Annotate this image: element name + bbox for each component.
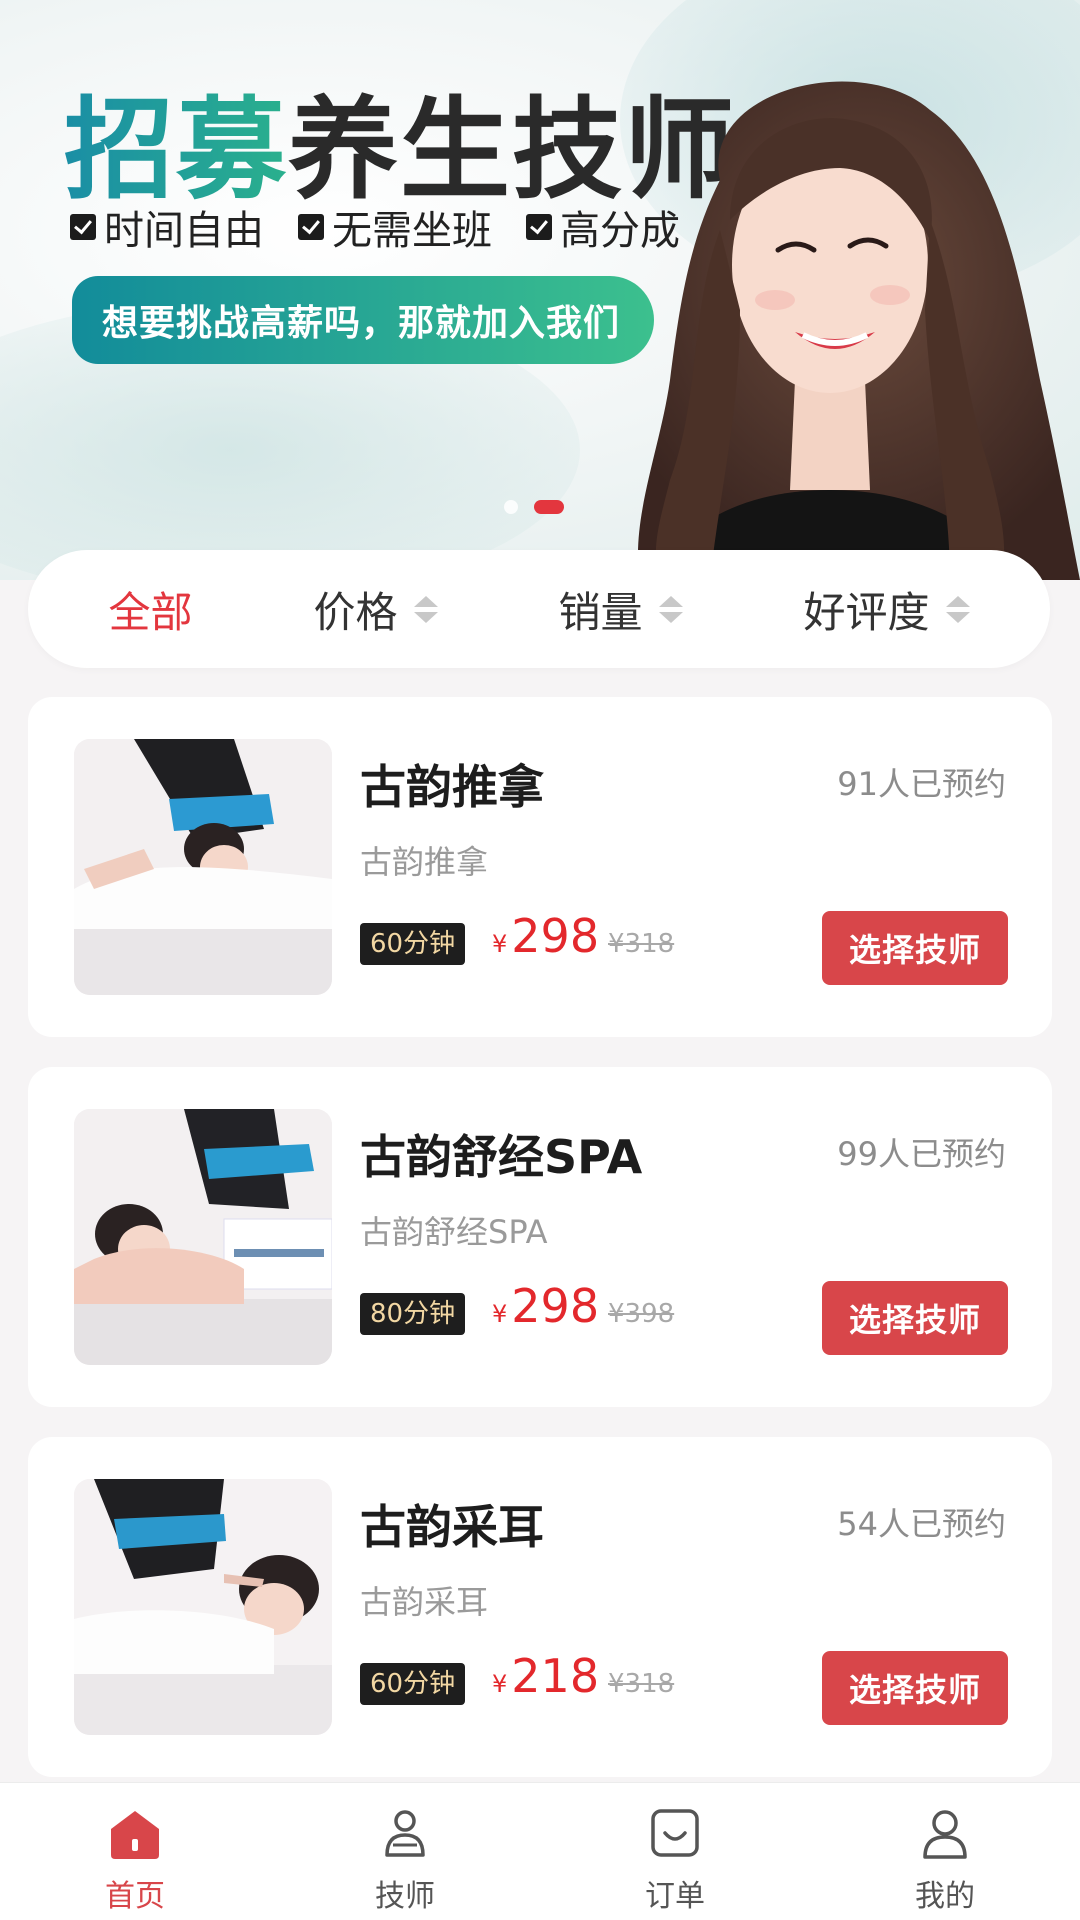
filter-sales[interactable]: 销量: [558, 579, 683, 640]
service-card[interactable]: 古韵推拿 91人已预约 古韵推拿 60分钟 ¥ 298 ¥318 选择技师: [28, 697, 1052, 1037]
service-subtitle: 古韵采耳: [360, 1583, 489, 1621]
price-amount: 298: [511, 909, 600, 963]
checkbox-icon: [298, 214, 324, 240]
tab-home[interactable]: 首页: [35, 1803, 235, 1915]
feature-label: 无需坐班: [332, 208, 492, 254]
current-price: ¥ 298: [492, 1279, 599, 1333]
service-list: 古韵推拿 91人已预约 古韵推拿 60分钟 ¥ 298 ¥318 选择技师 古韵…: [28, 697, 1052, 1807]
service-subtitle: 古韵舒经SPA: [360, 1213, 548, 1251]
sort-arrows-icon: [658, 595, 683, 623]
checkbox-icon: [526, 214, 552, 240]
booked-count: 99人已预约: [837, 1135, 1006, 1173]
sort-arrows-icon: [413, 595, 438, 623]
filter-label: 价格: [313, 587, 398, 637]
profile-icon: [923, 1810, 967, 1859]
original-price: ¥318: [608, 1669, 675, 1699]
feature-item: 时间自由: [70, 198, 264, 256]
app-page: 招募养生技师 时间自由 无需坐班 高分成 想要挑战高薪吗，那就加入我们 全部 价…: [0, 0, 1080, 1920]
service-card[interactable]: 古韵舒经SPA 99人已预约 古韵舒经SPA 80分钟 ¥ 298 ¥398 选…: [28, 1067, 1052, 1407]
service-thumbnail: [74, 1479, 332, 1735]
checkbox-icon: [70, 214, 96, 240]
service-thumbnail: [74, 739, 332, 995]
service-title: 古韵采耳: [360, 1500, 544, 1554]
banner-cta[interactable]: 想要挑战高薪吗，那就加入我们: [72, 276, 654, 364]
service-card[interactable]: 古韵采耳 54人已预约 古韵采耳 60分钟 ¥ 218 ¥318 选择技师: [28, 1437, 1052, 1777]
duration-badge: 60分钟: [360, 1663, 466, 1705]
sort-arrows-icon: [945, 595, 970, 623]
order-icon: [651, 1809, 699, 1857]
filter-label: 销量: [558, 587, 643, 637]
filter-label: 好评度: [803, 587, 930, 637]
carousel-indicator: [504, 500, 564, 514]
currency-symbol: ¥: [492, 1300, 508, 1328]
sort-filter-bar: 全部 价格 销量 好评度: [28, 550, 1050, 668]
bottom-tab-bar: 首页 技师 订单 我的: [0, 1782, 1080, 1920]
headline-accent: 招募: [64, 86, 288, 214]
tab-label: 订单: [645, 1879, 705, 1914]
filter-price[interactable]: 价格: [313, 579, 438, 640]
current-price: ¥ 298: [492, 909, 599, 963]
current-price: ¥ 218: [492, 1649, 599, 1703]
duration-badge: 60分钟: [360, 923, 466, 965]
service-thumbnail: [74, 1109, 332, 1365]
booked-count: 54人已预约: [837, 1505, 1006, 1543]
tab-orders[interactable]: 订单: [575, 1803, 775, 1915]
home-icon: [111, 1811, 159, 1859]
ear-cleaning-photo-image: [74, 1479, 332, 1735]
price-amount: 298: [511, 1279, 600, 1333]
tab-technician[interactable]: 技师: [305, 1803, 505, 1915]
select-technician-button[interactable]: 选择技师: [822, 911, 1008, 985]
service-title: 古韵推拿: [360, 760, 544, 814]
carousel-dot-active[interactable]: [534, 500, 564, 514]
currency-symbol: ¥: [492, 930, 508, 958]
service-subtitle: 古韵推拿: [360, 843, 489, 881]
tab-profile[interactable]: 我的: [845, 1803, 1045, 1915]
feature-item: 无需坐班: [298, 198, 492, 256]
price-amount: 218: [511, 1649, 600, 1703]
recruitment-banner[interactable]: 招募养生技师 时间自由 无需坐班 高分成 想要挑战高薪吗，那就加入我们: [0, 0, 1080, 580]
tab-label: 我的: [915, 1879, 975, 1914]
select-technician-button[interactable]: 选择技师: [822, 1651, 1008, 1725]
filter-label: 全部: [108, 587, 193, 637]
booked-count: 91人已预约: [837, 765, 1006, 803]
original-price: ¥398: [608, 1299, 675, 1329]
service-title: 古韵舒经SPA: [360, 1130, 643, 1184]
select-technician-button[interactable]: 选择技师: [822, 1281, 1008, 1355]
spa-photo-image: [74, 1109, 332, 1365]
massage-photo-image: [74, 739, 332, 995]
feature-label: 时间自由: [104, 208, 264, 254]
original-price: ¥318: [608, 929, 675, 959]
technician-icon: [385, 1810, 425, 1857]
filter-rating[interactable]: 好评度: [803, 579, 970, 640]
duration-badge: 80分钟: [360, 1293, 466, 1335]
banner-features: 时间自由 无需坐班 高分成: [70, 198, 680, 256]
currency-symbol: ¥: [492, 1670, 508, 1698]
tab-label: 技师: [375, 1879, 435, 1914]
tab-label: 首页: [105, 1879, 165, 1914]
carousel-dot[interactable]: [504, 500, 518, 514]
banner-model-image: [637, 81, 1080, 580]
filter-all[interactable]: 全部: [108, 579, 192, 640]
